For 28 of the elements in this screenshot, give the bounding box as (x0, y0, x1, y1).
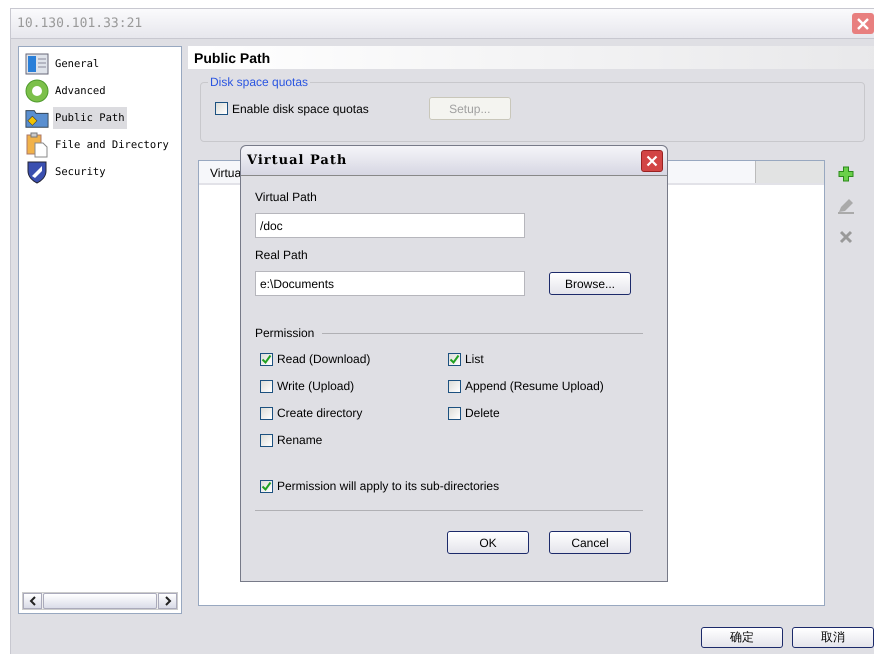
checkbox-label: Write (Upload) (277, 379, 354, 393)
checkbox-label: Rename (277, 433, 322, 447)
dialog-button[interactable]: 确定 (701, 627, 783, 648)
dialog-button[interactable]: OK (447, 531, 529, 554)
checkbox-label: Permission will apply to its sub-directories (277, 479, 500, 493)
checkbox-label: Create directory (277, 406, 362, 420)
group-legend: Disk space quotas (208, 75, 310, 89)
browse-button[interactable]: Browse... (549, 272, 631, 295)
dialog-button[interactable]: 取消 (792, 627, 874, 648)
window-title: 10.130.101.33:21 (17, 16, 142, 31)
page-title: Public Path (194, 50, 270, 66)
checkbox-label: Enable disk space quotas (232, 102, 369, 116)
sidebar-item[interactable]: Public Path (53, 106, 127, 128)
real-path-field[interactable]: e:\Documents (255, 271, 525, 296)
sidebar-item[interactable]: Advanced (53, 80, 108, 102)
virtual-path-field[interactable]: /doc (255, 213, 525, 238)
checkbox-label: Read (Download) (277, 352, 370, 366)
field-label: Virtual Path (255, 190, 318, 204)
sidebar-item[interactable]: General (53, 52, 102, 74)
checkbox-label: Delete (465, 406, 500, 420)
section-label: Permission (255, 326, 314, 340)
dialog-title: Virtual Path (247, 153, 348, 168)
sidebar-item[interactable]: Security (53, 160, 108, 182)
checkbox-label: List (465, 352, 484, 366)
dialog-button[interactable]: Cancel (549, 531, 631, 554)
field-label: Real Path (255, 248, 309, 262)
checkbox-label: Append (Resume Upload) (465, 379, 604, 393)
sidebar-item[interactable]: File and Directory (53, 134, 171, 156)
